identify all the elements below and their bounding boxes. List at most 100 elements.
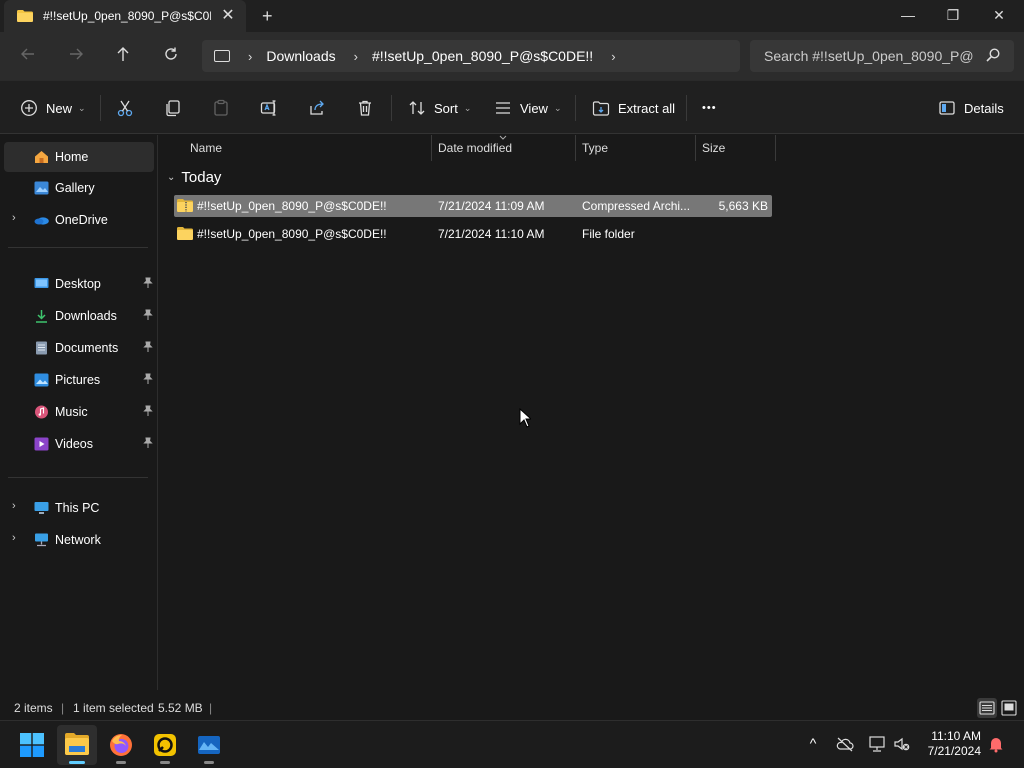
details-label: Details — [964, 100, 1004, 116]
divider — [8, 247, 148, 248]
pin-icon[interactable] — [142, 405, 154, 417]
file-date: 7/21/2024 11:10 AM — [438, 227, 545, 241]
pin-icon[interactable] — [142, 373, 154, 385]
search-icon[interactable] — [986, 48, 1000, 62]
taskbar-app-firefox[interactable] — [101, 725, 141, 765]
delete-button[interactable] — [356, 96, 374, 120]
expand-chevron-icon[interactable]: › — [12, 532, 16, 544]
sidebar-item-label: Desktop — [55, 277, 101, 291]
rename-button[interactable] — [260, 96, 278, 120]
tab-close-button[interactable]: ✕ — [220, 8, 236, 24]
folder-icon — [17, 10, 33, 22]
details-view-icon — [979, 701, 995, 715]
taskbar-app-blue[interactable] — [189, 725, 229, 765]
divider — [391, 95, 392, 121]
paste-button[interactable] — [212, 96, 230, 120]
breadcrumb-chevron[interactable]: › — [248, 49, 252, 64]
group-header-today[interactable]: ⌄ Today — [167, 169, 221, 186]
restore-button[interactable]: ❐ — [930, 0, 976, 32]
divider — [8, 477, 148, 478]
sidebar-item-label: Pictures — [55, 373, 101, 387]
cut-button[interactable] — [116, 96, 134, 120]
column-header-size[interactable]: Size — [696, 135, 776, 161]
group-label: Today — [181, 169, 222, 186]
status-selected: 1 item selected — [73, 701, 154, 715]
home-icon — [35, 151, 48, 163]
file-row[interactable]: #!!setUp_0pen_8090_P@s$C0DE!! 7/21/2024 … — [174, 223, 772, 245]
search-placeholder: Search #!!setUp_0pen_8090_P@s — [764, 48, 974, 64]
search-input[interactable]: Search #!!setUp_0pen_8090_P@s — [750, 40, 1014, 72]
gallery-icon — [34, 181, 49, 195]
minimize-button[interactable]: — — [885, 0, 931, 32]
address-bar[interactable]: › Downloads › #!!setUp_0pen_8090_P@s$C0D… — [202, 40, 740, 72]
tab-current[interactable]: #!!setUp_0pen_8090_P@s$C0DE!! ✕ — [4, 0, 246, 32]
up-button[interactable] — [113, 46, 133, 66]
details-view-button[interactable] — [977, 698, 997, 718]
pin-icon[interactable] — [142, 309, 154, 321]
sidebar-item-music[interactable]: Music — [4, 397, 154, 427]
folder-icon — [177, 227, 193, 240]
forward-button[interactable] — [66, 46, 86, 66]
share-button[interactable] — [308, 96, 326, 120]
sidebar-item-network[interactable]: › Network — [4, 525, 154, 555]
extract-all-button[interactable]: Extract all — [592, 96, 675, 120]
close-button[interactable]: ✕ — [976, 0, 1022, 32]
app-icon-2 — [198, 736, 220, 754]
file-name: #!!setUp_0pen_8090_P@s$C0DE!! — [197, 199, 387, 213]
copy-button[interactable] — [164, 96, 182, 120]
cloud-offline-icon[interactable] — [836, 735, 854, 753]
tab-title: #!!setUp_0pen_8090_P@s$C0DE!! — [43, 9, 211, 23]
command-bar: New ⌄ Sort ⌄ View ⌄ Extract all ••• Deta… — [0, 80, 1024, 134]
sidebar-item-desktop[interactable]: Desktop — [4, 269, 154, 299]
pin-icon[interactable] — [142, 437, 154, 449]
sidebar-item-gallery[interactable]: Gallery — [4, 173, 154, 203]
status-item-count: 2 items — [14, 701, 53, 715]
expand-chevron-icon[interactable]: › — [12, 212, 16, 224]
new-button[interactable]: New ⌄ — [20, 96, 86, 120]
extract-icon — [592, 101, 610, 116]
sidebar-item-this-pc[interactable]: › This PC — [4, 493, 154, 523]
sidebar-item-home[interactable]: Home — [4, 142, 154, 172]
sort-button[interactable]: Sort ⌄ — [408, 96, 471, 120]
details-button[interactable]: Details — [938, 96, 1004, 120]
expand-chevron-icon[interactable]: › — [12, 500, 16, 512]
collapse-chevron-icon[interactable]: ⌄ — [167, 172, 175, 183]
sidebar-item-label: OneDrive — [55, 213, 108, 227]
tray-overflow-chevron-icon[interactable]: ^ — [804, 735, 822, 753]
breadcrumb-current-folder[interactable]: #!!setUp_0pen_8090_P@s$C0DE!! — [372, 48, 593, 64]
taskbar-app-yellow[interactable] — [145, 725, 185, 765]
refresh-button[interactable] — [161, 46, 181, 66]
file-row[interactable]: #!!setUp_0pen_8090_P@s$C0DE!! 7/21/2024 … — [174, 195, 772, 217]
status-separator: | — [61, 701, 65, 715]
pin-icon[interactable] — [142, 277, 154, 289]
volume-muted-icon[interactable] — [893, 735, 911, 753]
network-status-icon[interactable] — [868, 735, 886, 753]
sidebar-item-downloads[interactable]: Downloads — [4, 301, 154, 331]
breadcrumb-chevron[interactable]: › — [354, 49, 358, 64]
running-indicator — [160, 761, 170, 764]
new-tab-button[interactable]: + — [262, 7, 278, 25]
file-size: 5,663 KB — [718, 199, 768, 213]
sidebar-item-pictures[interactable]: Pictures — [4, 365, 154, 395]
sidebar-item-documents[interactable]: Documents — [4, 333, 154, 363]
large-icons-view-button[interactable] — [999, 698, 1019, 718]
start-button[interactable] — [12, 725, 52, 765]
more-options-button[interactable]: ••• — [702, 96, 717, 120]
running-indicator — [204, 761, 214, 764]
column-header-type[interactable]: Type — [576, 135, 696, 161]
breadcrumb-downloads[interactable]: Downloads — [266, 48, 335, 64]
file-explorer-icon — [65, 733, 89, 755]
column-header-name[interactable]: Name — [184, 135, 432, 161]
pin-icon[interactable] — [142, 341, 154, 353]
taskbar-app-file-explorer[interactable] — [57, 725, 97, 765]
back-button[interactable] — [18, 46, 38, 66]
view-button[interactable]: View ⌄ — [494, 96, 562, 120]
status-selected-size: 5.52 MB — [158, 701, 203, 715]
sidebar-item-onedrive[interactable]: › OneDrive — [4, 205, 154, 235]
rename-icon — [260, 100, 276, 116]
sidebar-item-videos[interactable]: Videos — [4, 429, 154, 459]
clock[interactable]: 11:10 AM 7/21/2024 — [928, 729, 981, 759]
music-icon — [35, 405, 48, 419]
notification-bell-icon[interactable] — [987, 735, 1005, 753]
breadcrumb-chevron[interactable]: › — [611, 49, 615, 64]
